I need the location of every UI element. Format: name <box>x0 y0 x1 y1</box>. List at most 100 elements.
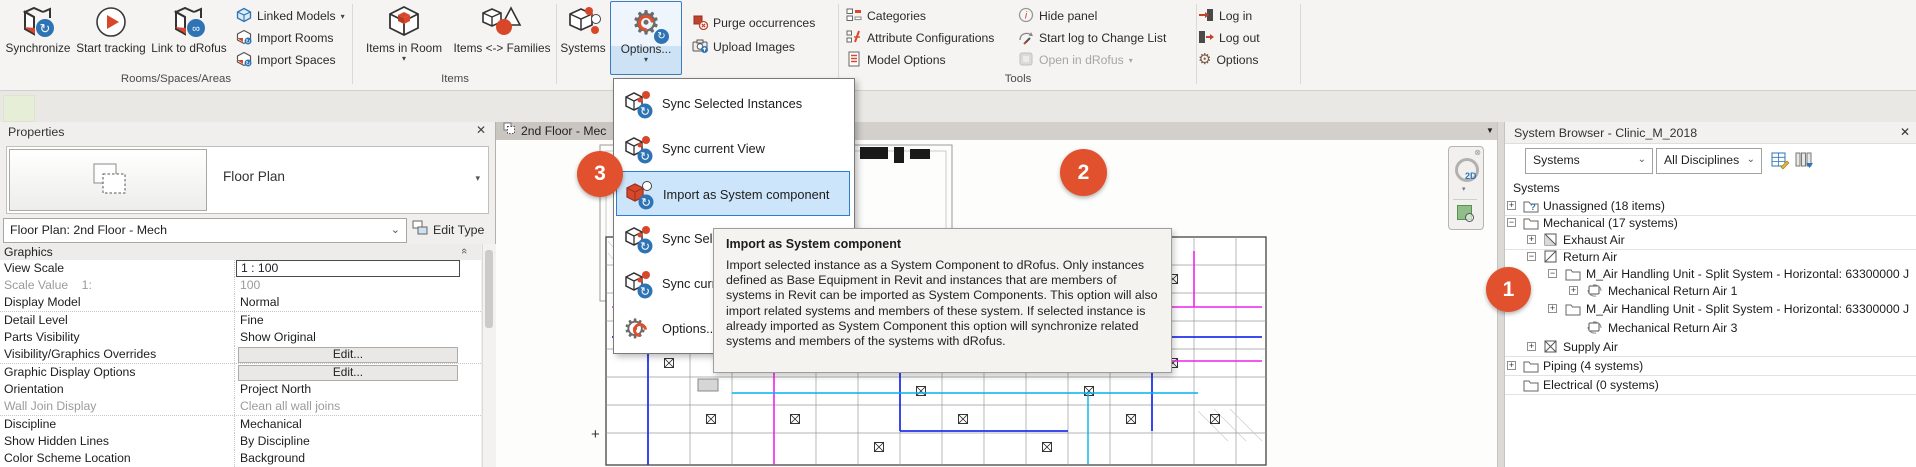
tree-row-unassigned[interactable]: + ? Unassigned (18 items) <box>1505 198 1916 215</box>
items-families-label: Items <-> Families <box>453 42 550 55</box>
properties-scrollbar[interactable] <box>482 244 496 467</box>
autofit-columns-button[interactable] <box>1770 150 1791 176</box>
link-to-drofus-button[interactable]: ∞ Link to dRofus <box>148 1 230 73</box>
property-row: Graphic Display Options Edit... <box>0 364 481 382</box>
group-label-rooms-spaces-areas: Rooms/Spaces/Areas <box>0 73 352 87</box>
view-tab-icon <box>503 122 516 140</box>
system-browser-title-bar: System Browser - Clinic_M_2018 ✕ <box>1505 122 1916 144</box>
tree-row-mech-return-air-1[interactable]: + Mechanical Return Air 1 <box>1505 283 1916 300</box>
show-hidden-lines-value[interactable]: By Discipline <box>234 433 482 450</box>
parts-visibility-value[interactable]: Show Original <box>234 329 482 346</box>
link-to-drofus-label: Link to dRofus <box>151 42 226 55</box>
tree-row-electrical[interactable]: Electrical (0 systems) <box>1505 377 1916 394</box>
purge-occurrences-button[interactable]: Purge occurrences <box>692 13 815 33</box>
tree-root-label: Systems <box>1513 181 1560 195</box>
linked-models-button[interactable]: Linked Models ▾ <box>236 6 345 26</box>
expand-icon[interactable]: + <box>1507 361 1516 370</box>
options-dropdown-arrow[interactable]: ▾ <box>644 56 648 64</box>
tree-row-return-air[interactable]: − Return Air <box>1505 249 1916 266</box>
expand-icon[interactable]: + <box>1527 235 1536 244</box>
attribute-configurations-button[interactable]: Attribute Configurations <box>846 28 994 48</box>
property-row: Detail Level Fine <box>0 312 481 330</box>
start-tracking-label: Start tracking <box>76 42 146 55</box>
expand-icon[interactable]: + <box>1569 286 1578 295</box>
color-scheme-location-value[interactable]: Background <box>234 450 482 467</box>
type-selector[interactable]: Floor Plan ▾ <box>6 146 489 214</box>
tree-row-exhaust-air[interactable]: + Exhaust Air <box>1505 232 1916 249</box>
svg-text:?: ? <box>1530 202 1536 212</box>
column-settings-button[interactable] <box>1794 150 1815 176</box>
section-collapse-icon[interactable]: « <box>458 248 470 254</box>
navbar-close-icon[interactable]: ⊗ <box>1474 148 1481 157</box>
tree-row-piping[interactable]: + Piping (4 systems) <box>1505 358 1916 375</box>
categories-label: Categories <box>867 9 926 23</box>
expand-icon[interactable]: + <box>1527 342 1536 351</box>
menu-item-sync-current-view[interactable]: ↻ Sync current View <box>616 126 850 171</box>
annotation-step-3: 3 <box>577 151 623 197</box>
import-system-component-tooltip: Import as System component Import select… <box>713 228 1172 373</box>
return-air-icon <box>1544 250 1558 266</box>
view-filter-combobox[interactable]: Systems ⌄ <box>1525 148 1653 174</box>
svg-text:∞: ∞ <box>192 23 200 35</box>
tree-row-supply-air[interactable]: + Supply Air <box>1505 339 1916 356</box>
visibility-overrides-edit-button[interactable]: Edit... <box>238 347 458 363</box>
expand-icon[interactable]: + <box>1507 201 1516 210</box>
upload-images-icon <box>692 38 708 57</box>
tab-overflow-icon[interactable]: ▼ <box>1486 126 1494 135</box>
start-log-button[interactable]: Start log to Change List <box>1018 28 1166 48</box>
type-selector-arrow-icon[interactable]: ▾ <box>475 173 480 184</box>
graphics-section-header[interactable]: Graphics « <box>0 244 481 261</box>
discipline-filter-combobox[interactable]: All Disciplines ⌄ <box>1656 148 1762 174</box>
systems-button[interactable]: Systems <box>558 1 608 73</box>
synchronize-button[interactable]: ↻ Synchronize <box>2 1 74 73</box>
collapse-icon[interactable]: − <box>1507 218 1516 227</box>
log-out-button[interactable]: Log out <box>1198 28 1260 48</box>
tree-row-ahu-2[interactable]: + M_Air Handling Unit - Split System - H… <box>1505 301 1916 318</box>
ribbon-divider <box>1300 4 1301 84</box>
tree-row-ahu-1[interactable]: − M_Air Handling Unit - Split System - H… <box>1505 266 1916 283</box>
import-rooms-button[interactable]: ↻ Import Rooms <box>236 28 334 48</box>
element-selector-combobox[interactable]: Floor Plan: 2nd Floor - Mech ⌄ <box>3 218 407 243</box>
detail-level-value[interactable]: Fine <box>234 312 482 329</box>
categories-button[interactable]: Categories <box>846 6 926 26</box>
start-tracking-button[interactable]: Start tracking <box>76 1 146 73</box>
element-selector-chevron-icon: ⌄ <box>391 223 400 236</box>
linked-models-label: Linked Models <box>257 9 336 23</box>
items-families-button[interactable]: Items <-> Families <box>450 1 554 73</box>
orientation-value[interactable]: Project North <box>234 381 482 398</box>
tree-row-mech-return-air-3[interactable]: Mechanical Return Air 3 <box>1505 320 1916 337</box>
expand-icon[interactable]: + <box>1548 304 1557 313</box>
menu-item-sync-selected-instances[interactable]: ↻ Sync Selected Instances <box>616 81 850 126</box>
properties-close-icon[interactable]: ✕ <box>472 123 490 139</box>
options-split-button[interactable]: ⚙↻ Options... ▾ <box>610 1 682 75</box>
purge-occurrences-label: Purge occurrences <box>713 16 815 30</box>
sync-instances-icon: ↻ <box>623 88 655 125</box>
collapse-icon[interactable]: − <box>1527 252 1536 261</box>
edit-type-button[interactable]: Edit Type <box>412 218 494 241</box>
supply-air-icon <box>1544 340 1558 356</box>
collapse-icon[interactable]: − <box>1548 269 1557 278</box>
graphic-display-options-edit-button[interactable]: Edit... <box>238 365 458 381</box>
hide-panel-button[interactable]: i Hide panel <box>1018 6 1097 26</box>
navbar-arrow-icon[interactable]: ▾ <box>1462 185 1466 193</box>
items-in-room-button[interactable]: Items in Room ▾ <box>358 1 450 73</box>
property-row: Visibility/Graphics Overrides Edit... <box>0 346 481 364</box>
display-model-value[interactable]: Normal <box>234 294 482 311</box>
navigation-bar[interactable]: ⊗ 2D ▾ <box>1448 146 1484 230</box>
upload-images-button[interactable]: Upload Images <box>692 37 795 57</box>
tree-separator <box>1505 394 1916 395</box>
discipline-filter-chevron-icon: ⌄ <box>1747 154 1755 165</box>
tree-row-mechanical[interactable]: − Mechanical (17 systems) <box>1505 215 1916 232</box>
model-options-button[interactable]: Model Options <box>846 50 946 70</box>
import-spaces-button[interactable]: ↻ Import Spaces <box>236 50 336 70</box>
log-in-button[interactable]: Log in <box>1198 6 1252 26</box>
options-small-button[interactable]: ⚙ Options <box>1198 50 1258 70</box>
property-row: View Scale 1 : 100 <box>0 260 481 278</box>
linked-models-icon <box>236 7 252 26</box>
system-browser-close-icon[interactable]: ✕ <box>1900 125 1910 139</box>
menu-item-import-as-system-component[interactable]: ↻ Import as System component <box>616 171 850 216</box>
view-scale-input[interactable]: 1 : 100 <box>236 260 460 277</box>
svg-text:↻: ↻ <box>245 38 250 45</box>
scrollbar-thumb[interactable] <box>485 250 493 328</box>
discipline-value[interactable]: Mechanical <box>234 416 482 433</box>
